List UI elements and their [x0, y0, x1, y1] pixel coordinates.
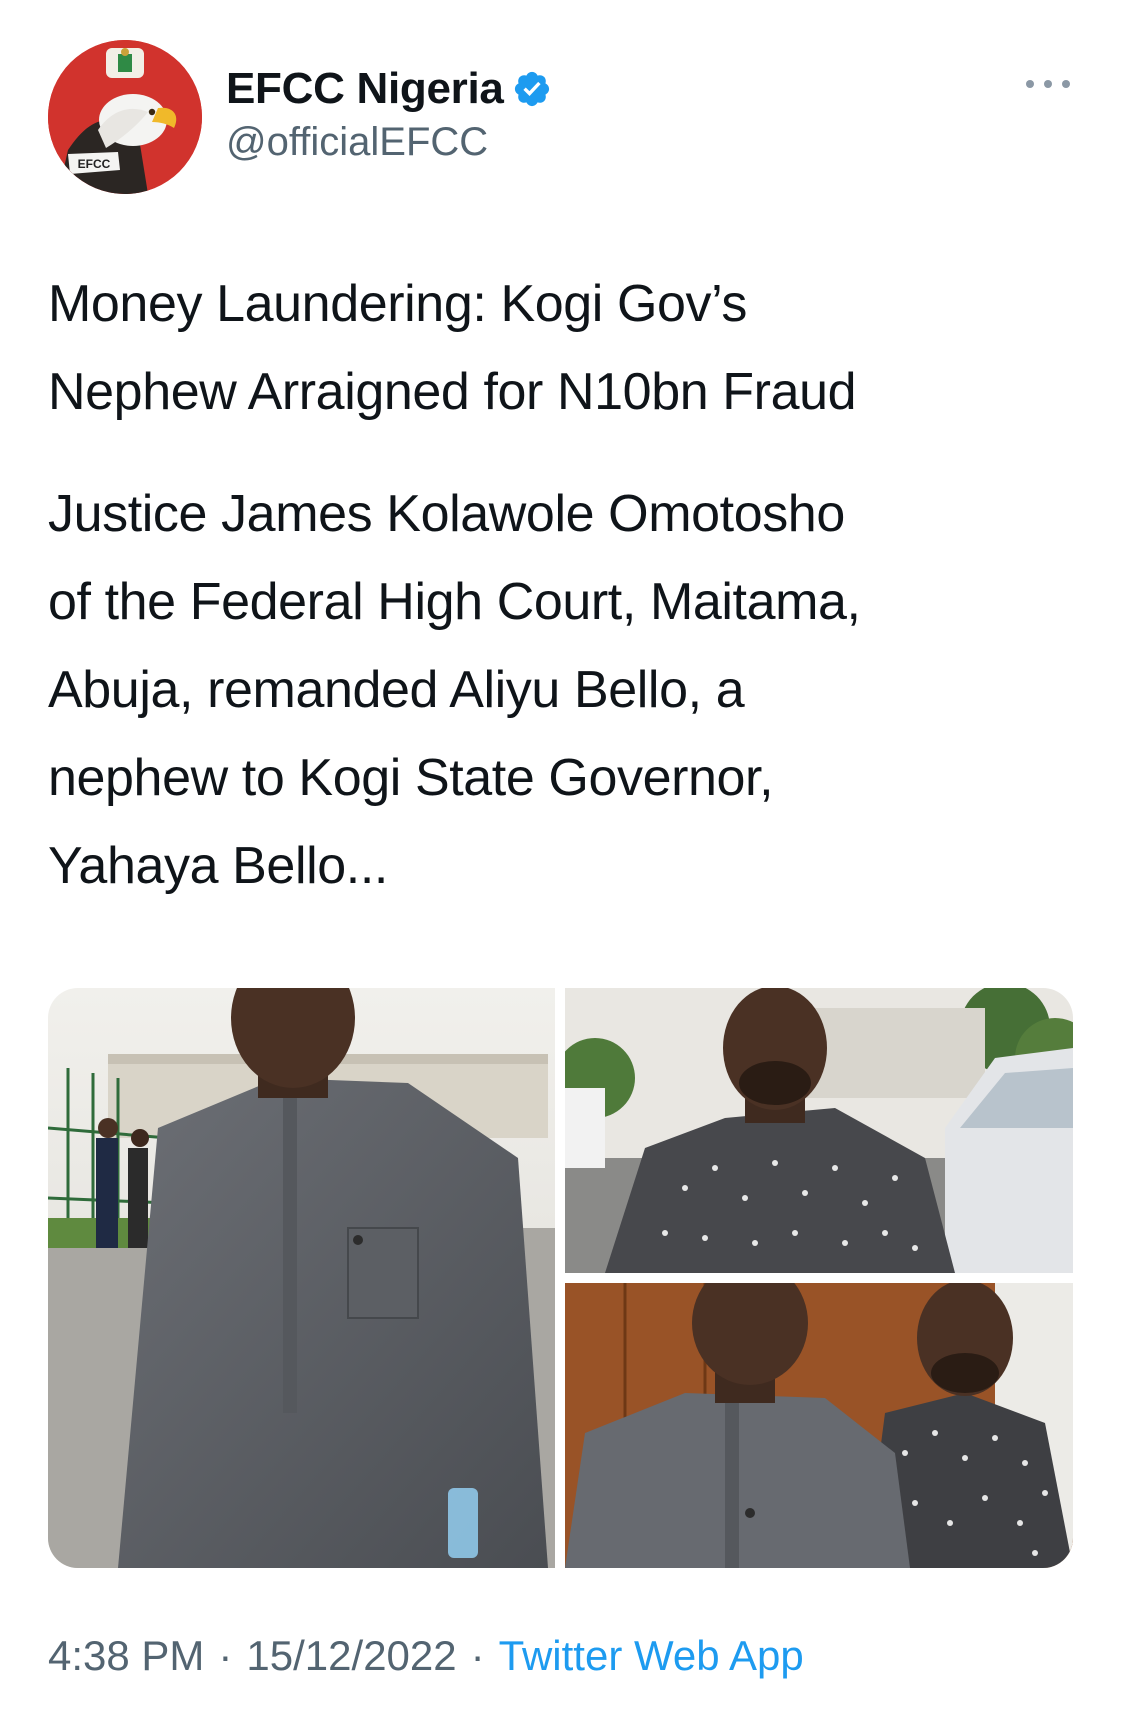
tweet-date[interactable]: 15/12/2022 — [246, 1632, 456, 1679]
photo-image — [48, 988, 555, 1568]
author-handle[interactable]: @officialEFCC — [226, 120, 552, 165]
tweet-header: EFCC EFCC Nigeria @officialEFCC — [48, 40, 1078, 194]
author-display-name[interactable]: EFCC Nigeria — [226, 64, 504, 114]
media-photo-3[interactable] — [565, 1283, 1073, 1568]
dot — [1026, 80, 1034, 88]
tweet-meta: 4:38 PM · 15/12/2022 · Twitter Web App — [48, 1632, 804, 1680]
tweet-source-link[interactable]: Twitter Web App — [499, 1632, 804, 1679]
media-photo-1[interactable] — [48, 988, 555, 1568]
tweet-headline: Money Laundering: Kogi Gov’s Nephew Arra… — [48, 275, 857, 421]
tweet-body: Money Laundering: Kogi Gov’s Nephew Arra… — [48, 260, 1088, 910]
tweet-text: Justice James Kolawole Omotosho of the F… — [48, 485, 861, 895]
photo-image — [565, 1283, 1073, 1568]
meta-separator: · — [470, 1632, 485, 1679]
avatar[interactable]: EFCC — [48, 40, 202, 194]
tweet-time[interactable]: 4:38 PM — [48, 1632, 204, 1679]
meta-separator: · — [218, 1632, 233, 1679]
media-photo-2[interactable] — [565, 988, 1073, 1273]
author-names: EFCC Nigeria @officialEFCC — [226, 62, 552, 165]
efcc-eagle-logo-icon: EFCC — [48, 40, 202, 194]
photo-image — [565, 988, 1073, 1273]
dot — [1044, 80, 1052, 88]
svg-text:EFCC: EFCC — [78, 157, 111, 171]
dot — [1062, 80, 1070, 88]
more-options-icon[interactable] — [1026, 74, 1070, 94]
media-grid — [48, 988, 1073, 1568]
verified-badge-icon — [512, 69, 552, 109]
